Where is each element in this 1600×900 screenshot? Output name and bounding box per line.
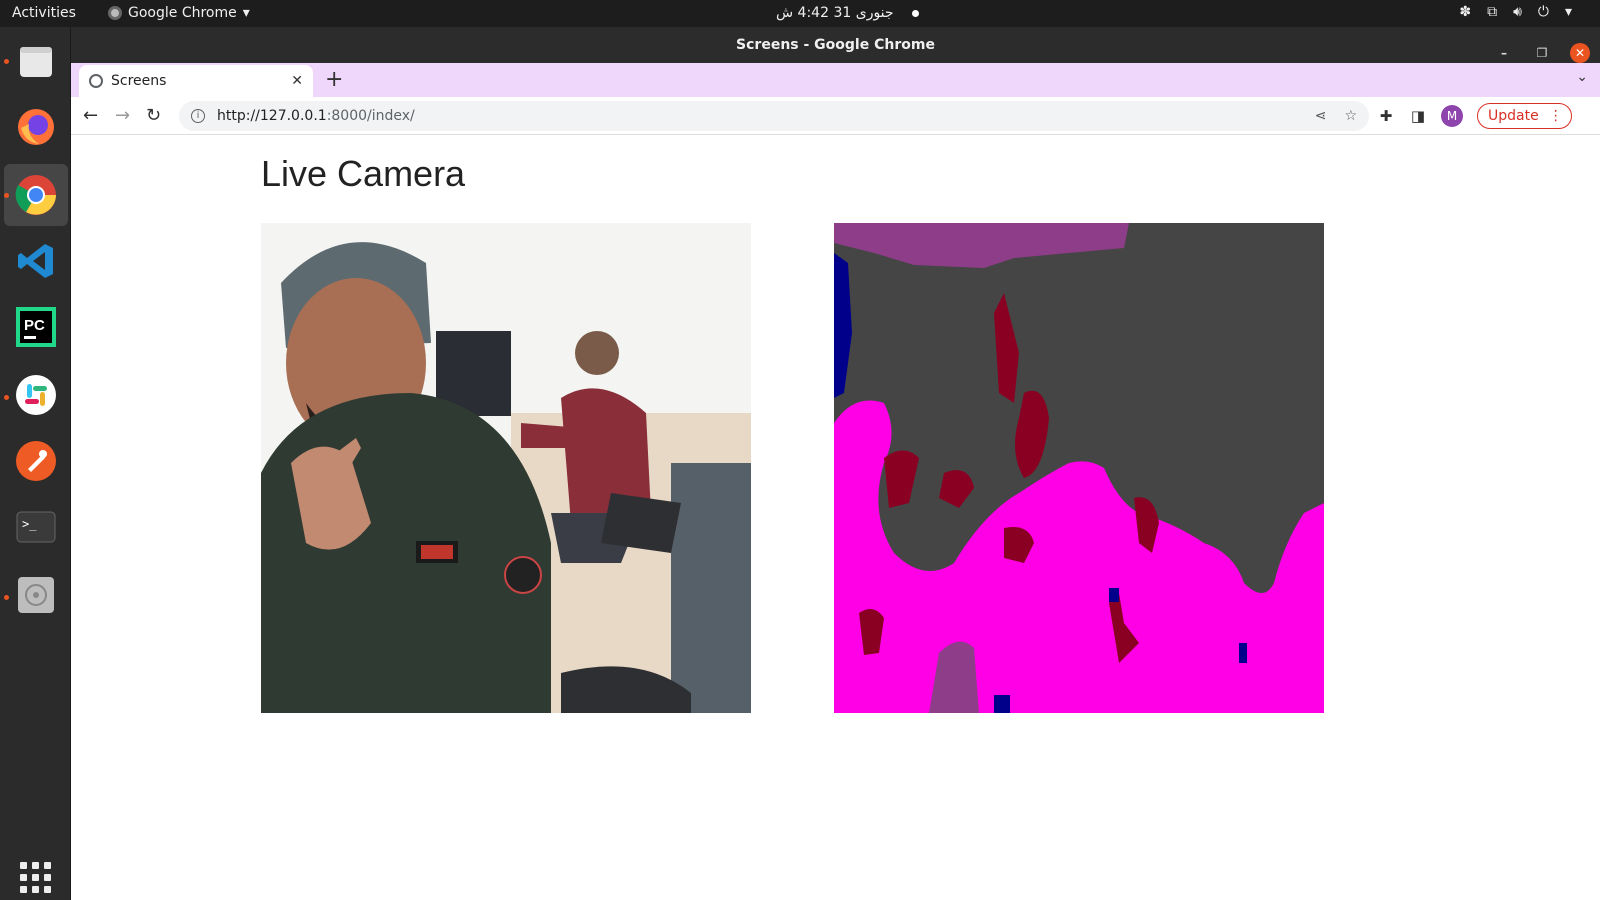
window-titlebar[interactable]: Screens - Google Chrome – ❐ ✕ — [71, 27, 1600, 63]
tab-search-chevron-icon[interactable]: ⌄ — [1576, 69, 1588, 85]
power-icon[interactable]: ⏻ — [1538, 4, 1549, 20]
globe-icon — [89, 74, 103, 88]
svg-text:PC: PC — [24, 317, 45, 334]
extensions-puzzle-icon[interactable]: ✚ — [1377, 107, 1395, 125]
slack-tray-icon[interactable]: ✽ — [1459, 4, 1471, 20]
forward-icon[interactable]: → — [115, 105, 130, 126]
web-page: Live Camera — [71, 135, 1600, 900]
caret-down-icon[interactable]: ▾ — [1565, 4, 1572, 20]
system-top-bar: Activities Google Chrome ▾ جنوری 31 4:42… — [0, 0, 1600, 27]
caret-down-icon: ▾ — [242, 5, 250, 21]
app-menu-label: Google Chrome — [128, 5, 237, 21]
clock[interactable]: جنوری 31 4:42 ش — [776, 5, 894, 21]
new-tab-icon[interactable]: + — [325, 67, 343, 92]
chrome-window: Screens - Google Chrome – ❐ ✕ Screens ✕ … — [71, 27, 1600, 900]
activities-button[interactable]: Activities — [12, 5, 76, 21]
update-button[interactable]: Update ⋮ — [1477, 103, 1572, 129]
kebab-menu-icon: ⋮ — [1548, 108, 1563, 124]
tab-close-icon[interactable]: ✕ — [291, 73, 303, 89]
profile-avatar[interactable]: M — [1441, 105, 1463, 127]
files-icon[interactable] — [12, 37, 60, 85]
side-panel-icon[interactable]: ◨ — [1409, 107, 1427, 125]
notification-dot-icon — [912, 10, 919, 17]
tab-screens[interactable]: Screens ✕ — [79, 65, 313, 97]
share-icon[interactable]: ⋖ — [1315, 108, 1327, 124]
chrome-icon — [108, 6, 122, 20]
close-window-icon[interactable]: ✕ — [1570, 43, 1590, 63]
site-info-icon[interactable]: i — [191, 109, 205, 123]
window-title: Screens - Google Chrome — [736, 37, 935, 53]
show-applications-icon[interactable] — [20, 862, 51, 893]
camera-feed-image — [261, 223, 751, 713]
app-menu[interactable]: Google Chrome ▾ — [108, 5, 250, 21]
disk-icon[interactable] — [12, 571, 60, 619]
segmentation-output-image — [834, 223, 1324, 713]
terminal-icon[interactable]: >_ — [12, 503, 60, 551]
browser-toolbar: ← → ↻ i http://127.0.0.1:8000/index/ ⋖ ☆… — [71, 97, 1600, 135]
tab-title: Screens — [111, 73, 167, 89]
url-host: http://127.0.0.1 — [217, 108, 327, 124]
chrome-dock-icon[interactable] — [4, 164, 68, 226]
volume-icon[interactable]: 🔊︎ — [1513, 4, 1522, 20]
tab-strip: Screens ✕ + ⌄ — [71, 63, 1600, 97]
network-icon[interactable]: ⧉ — [1487, 4, 1497, 20]
running-indicator-icon — [4, 395, 9, 400]
update-label: Update — [1488, 108, 1539, 124]
running-indicator-icon — [4, 595, 9, 600]
svg-text:>_: >_ — [22, 517, 37, 531]
running-indicator-icon — [4, 193, 9, 198]
url-path: :8000/index/ — [326, 108, 415, 124]
bookmark-star-icon[interactable]: ☆ — [1344, 108, 1357, 124]
toolbar-actions: ✚ ◨ M Update ⋮ — [1377, 103, 1572, 129]
pycharm-icon[interactable]: PC — [12, 303, 60, 351]
vscode-icon[interactable] — [12, 237, 60, 285]
dock: PC >_ — [0, 27, 71, 900]
reload-icon[interactable]: ↻ — [146, 105, 161, 126]
system-tray[interactable]: ✽ ⧉ 🔊︎ ⏻ ▾ — [1459, 4, 1572, 20]
postman-icon[interactable] — [12, 437, 60, 485]
address-bar[interactable]: i http://127.0.0.1:8000/index/ ⋖ ☆ — [179, 101, 1369, 131]
back-icon[interactable]: ← — [83, 105, 98, 126]
firefox-icon[interactable] — [12, 103, 60, 151]
running-indicator-icon — [4, 59, 9, 64]
omnibox-actions: ⋖ ☆ — [1315, 108, 1357, 124]
slack-icon[interactable] — [12, 371, 60, 419]
page-title: Live Camera — [261, 153, 466, 194]
